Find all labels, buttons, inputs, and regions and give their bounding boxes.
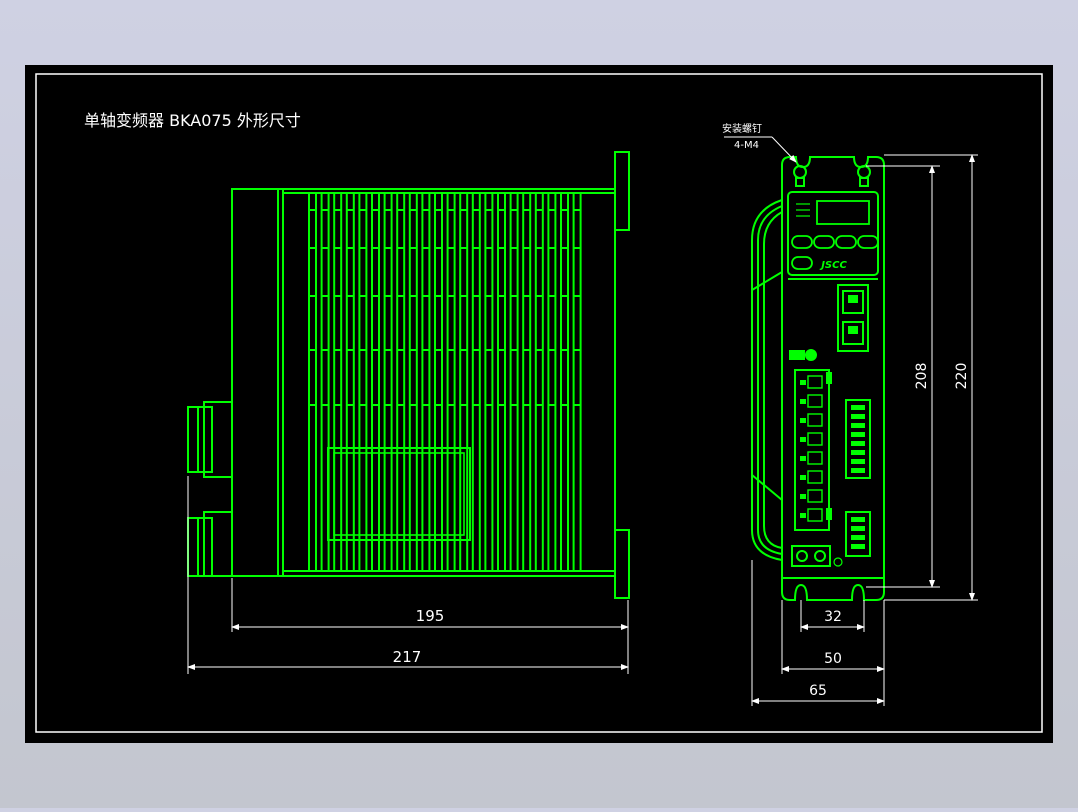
terminal-latch — [826, 372, 832, 384]
connector-pin — [851, 405, 865, 410]
front-logo: JSCC — [819, 260, 847, 271]
dim-label-32: 32 — [824, 609, 842, 625]
terminal-screw — [800, 380, 806, 385]
dim-label-50: 50 — [824, 651, 842, 667]
connector-pin — [851, 423, 865, 428]
terminal-latch — [826, 508, 832, 520]
dip-switch — [789, 350, 805, 360]
callout-text-line1: 安装螺钉 — [722, 122, 762, 135]
terminal-screw — [800, 456, 806, 461]
connector-pin — [851, 414, 865, 419]
connector-pin — [851, 432, 865, 437]
dim-label-195: 195 — [416, 607, 445, 625]
terminal-screw — [800, 513, 806, 518]
power-led — [805, 349, 817, 361]
dim-label-65: 65 — [809, 683, 827, 699]
terminal-screw — [800, 437, 806, 442]
terminal-screw — [800, 399, 806, 404]
connector-pin — [851, 535, 865, 540]
connector-pin — [851, 441, 865, 446]
connector-pin — [851, 468, 865, 473]
dim-label-208: 208 — [914, 363, 930, 390]
terminal-screw — [800, 418, 806, 423]
cad-viewport: 单轴变频器 BKA075 外形尺寸 195 217 JSCC 安装螺钉 4-M4… — [0, 0, 1078, 808]
dim-label-217: 217 — [393, 648, 422, 666]
callout-text-line2: 4-M4 — [734, 140, 759, 151]
connector-pin — [851, 517, 865, 522]
connector-pin — [851, 526, 865, 531]
terminal-screw — [800, 475, 806, 480]
connector-pin — [851, 459, 865, 464]
terminal-screw — [800, 494, 806, 499]
connector-pin — [851, 450, 865, 455]
connector-pin — [851, 544, 865, 549]
drawing-title: 单轴变频器 BKA075 外形尺寸 — [84, 111, 301, 130]
dim-label-220: 220 — [954, 363, 970, 390]
